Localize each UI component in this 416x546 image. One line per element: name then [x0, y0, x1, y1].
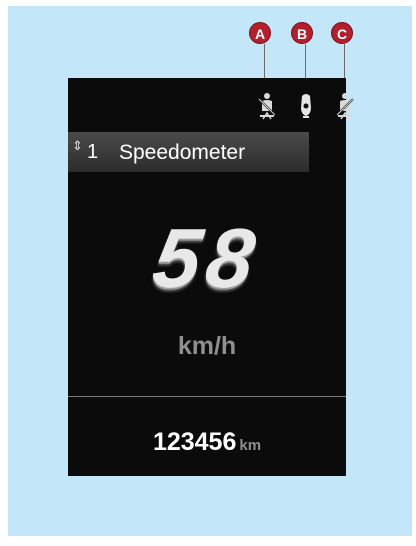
- odometer: 123456 km: [68, 428, 346, 457]
- callout-marker-a: A: [249, 22, 271, 44]
- speed-value: 58: [147, 211, 267, 305]
- odometer-unit: km: [239, 437, 262, 454]
- seat-occupancy-icon: [301, 94, 311, 118]
- speed-unit: km/h: [177, 332, 237, 360]
- callout-marker-c: C: [331, 22, 353, 44]
- seatbelt-right-icon: [336, 93, 354, 120]
- menu-title: Speedometer: [119, 141, 246, 164]
- odometer-value: 123456: [152, 428, 237, 456]
- seatbelt-left-icon: [258, 93, 276, 120]
- menu-number: 1: [87, 141, 99, 163]
- up-down-arrows-icon: ⇕: [72, 138, 83, 153]
- divider: [68, 396, 346, 397]
- menu-title-bar[interactable]: ⇕ 1 Speedometer: [68, 132, 309, 172]
- callout-marker-b: B: [291, 22, 313, 44]
